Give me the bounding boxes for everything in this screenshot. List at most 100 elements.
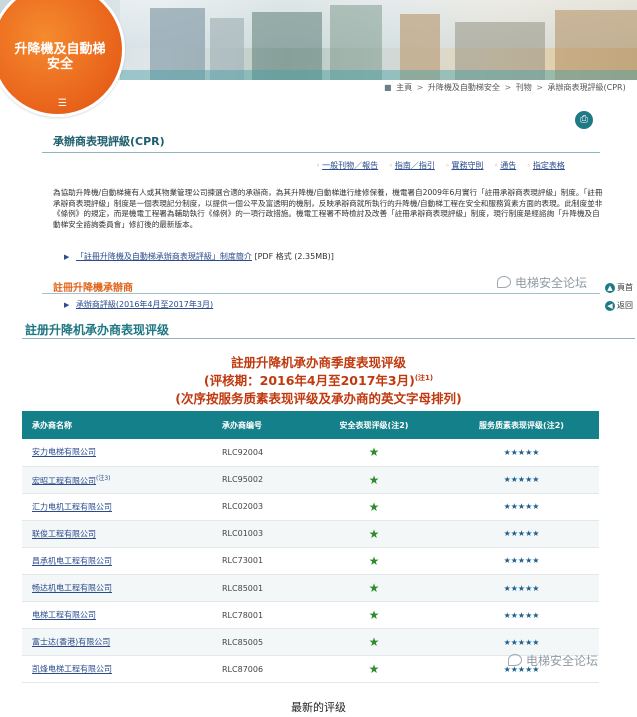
arrow-left-icon: ◀ — [605, 301, 615, 311]
contractor-name-link[interactable]: 畅达机电工程有限公司 — [32, 584, 112, 593]
service-rating-stars-icon: ★★★★★ — [444, 574, 599, 603]
col-header-code: 承办商编号 — [212, 411, 304, 439]
report-order-note: (次序按服务质素表现评级及承办商的英文字母排列) — [175, 391, 462, 406]
contractor-name-cell: 凯烽电梯工程有限公司 — [22, 655, 212, 684]
breadcrumb-separator: > — [504, 83, 512, 92]
report-section-title: 註册升降机承办商表现评级 — [25, 323, 170, 337]
banner-photo-2 — [330, 5, 382, 80]
section-divider — [42, 293, 600, 294]
safety-rating-star-icon: ★ — [304, 547, 444, 575]
table-row: 畅达机电工程有限公司 RLC85001 ★ ★★★★★ — [22, 574, 599, 603]
contractor-code: RLC73001 — [212, 547, 304, 575]
breadcrumb-item-current: 承辦商表現評級(CPR) — [547, 83, 626, 92]
contractor-name-cell: 电梯工程有限公司 — [22, 601, 212, 630]
bullet-icon: ◦ — [445, 162, 450, 170]
contractor-name-cell: 宏昭工程有限公司(注3) — [22, 466, 212, 494]
contractor-name-link[interactable]: 凯烽电梯工程有限公司 — [32, 665, 112, 674]
watermark-text: 电梯安全论坛 — [526, 654, 599, 668]
download-meta: [PDF 格式 (2.35MB)] — [254, 252, 334, 261]
back-button[interactable]: ◀ 返回 — [605, 300, 633, 311]
contractor-name-link[interactable]: 安力电梯有限公司 — [32, 448, 96, 457]
col-header-service: 服务质素表现评级(注2) — [444, 411, 599, 439]
contractor-code: RLC95002 — [212, 466, 304, 494]
chat-bubble-icon — [497, 276, 511, 288]
rating-period-link[interactable]: 承辦商評級(2016年4月至2017年3月) — [76, 300, 213, 309]
contractor-name-link[interactable]: 汇力电机工程有限公司 — [32, 503, 112, 512]
contractor-name-link[interactable]: 联俊工程有限公司 — [32, 530, 96, 539]
rating-period-row: ▶ 承辦商評級(2016年4月至2017年3月) — [64, 299, 213, 310]
cpr-brochure-link[interactable]: 「註冊升降機及自動梯承辦商表現評級」制度簡介 — [76, 252, 252, 261]
contractor-name-link[interactable]: 昌承机电工程有限公司 — [32, 557, 112, 566]
report-period-note: (注1) — [414, 373, 434, 382]
contractor-rating-table: 承办商名称 承办商编号 安全表现评级(注2) 服务质素表现评级(注2) 安力电梯… — [22, 411, 599, 684]
table-row: 宏昭工程有限公司(注3) RLC95002 ★ ★★★★★ — [22, 466, 599, 494]
contractor-code: RLC85005 — [212, 628, 304, 657]
breadcrumb-item-lift-safety[interactable]: 升降機及自動梯安全 — [428, 83, 500, 92]
breadcrumb-item-home[interactable]: 主頁 — [396, 83, 412, 92]
table-row: 电梯工程有限公司 RLC78001 ★ ★★★★★ — [22, 601, 599, 630]
link-specified-forms[interactable]: 指定表格 — [533, 161, 565, 170]
contractor-code: RLC87006 — [212, 655, 304, 684]
report-period: (评核期：2016年4月至2017年3月)(注1) — [0, 370, 637, 389]
back-to-top-button[interactable]: ▲ 頁首 — [605, 282, 633, 293]
contractor-code: RLC85001 — [212, 574, 304, 603]
safety-rating-star-icon: ★ — [304, 628, 444, 657]
contractor-name-link[interactable]: 宏昭工程有限公司 — [32, 476, 96, 485]
table-header-row: 承办商名称 承办商编号 安全表现评级(注2) 服务质素表现评级(注2) — [22, 411, 599, 439]
table-row: 联俊工程有限公司 RLC01003 ★ ★★★★★ — [22, 520, 599, 548]
service-rating-stars-icon: ★★★★★ — [444, 466, 599, 494]
contractor-name-cell: 汇力电机工程有限公司 — [22, 493, 212, 521]
arrow-up-icon: ▲ — [605, 283, 615, 293]
contractor-name-link[interactable]: 富士达(香港)有限公司 — [32, 638, 110, 647]
contractor-name-cell: 安力电梯有限公司 — [22, 439, 212, 467]
chat-bubble-icon — [508, 654, 522, 666]
contractor-code: RLC92004 — [212, 439, 304, 467]
contractor-code: RLC02003 — [212, 493, 304, 521]
service-rating-stars-icon: ★★★★★ — [444, 547, 599, 575]
banner-accent-bar — [120, 70, 637, 80]
table-row: 昌承机电工程有限公司 RLC73001 ★ ★★★★★ — [22, 547, 599, 575]
contractor-name-link[interactable]: 电梯工程有限公司 — [32, 611, 96, 620]
report-heading: 註册升降机承办商季度表现评级 — [230, 355, 406, 370]
safety-rating-star-icon: ★ — [304, 601, 444, 630]
link-guidelines[interactable]: 指南／指引 — [395, 161, 435, 170]
home-icon: ■ — [384, 83, 392, 92]
bullet-icon: ◦ — [526, 162, 531, 170]
breadcrumb-separator: > — [416, 83, 424, 92]
contractor-name-cell: 联俊工程有限公司 — [22, 520, 212, 548]
intro-paragraph: 為協助升降機/自動梯擁有人或其物業管理公司揀選合適的承辦商，為其升降機/自動梯進… — [53, 188, 603, 229]
bullet-icon: ◦ — [388, 162, 393, 170]
contractor-code: RLC01003 — [212, 520, 304, 548]
site-logo-title: 升降機及自動梯安全 — [14, 42, 106, 72]
safety-rating-star-icon: ★ — [304, 439, 444, 467]
safety-rating-star-icon: ★ — [304, 520, 444, 548]
lift-contractor-heading: 註冊升降機承辦商 — [53, 283, 133, 294]
link-circulars[interactable]: 通告 — [500, 161, 516, 170]
arrow-right-icon: ▶ — [64, 253, 70, 261]
breadcrumb-item-publications[interactable]: 刊物 — [516, 83, 532, 92]
title-divider — [42, 152, 600, 153]
table-body: 安力电梯有限公司 RLC92004 ★ ★★★★★ 宏昭工程有限公司(注3) RLC950… — [22, 439, 599, 684]
print-icon[interactable]: ⎙ — [575, 111, 593, 129]
watermark: 电梯安全论坛 — [497, 274, 587, 291]
safety-rating-star-icon: ★ — [304, 574, 444, 603]
table-row: 安力电梯有限公司 RLC92004 ★ ★★★★★ — [22, 439, 599, 467]
breadcrumb: ■ 主頁 > 升降機及自動梯安全 > 刊物 > 承辦商表現評級(CPR) — [384, 82, 626, 93]
safety-rating-star-icon: ★ — [304, 466, 444, 494]
contractor-note: (注3) — [96, 474, 111, 482]
back-to-top-label: 頁首 — [617, 283, 633, 292]
contractor-code: RLC78001 — [212, 601, 304, 630]
service-rating-stars-icon: ★★★★★ — [444, 601, 599, 630]
link-general-publications[interactable]: 一般刊物／報告 — [322, 161, 378, 170]
contractor-name-cell: 富士达(香港)有限公司 — [22, 628, 212, 657]
page-title: 承辦商表現評級(CPR) — [53, 135, 165, 148]
service-rating-stars-icon: ★★★★★ — [444, 520, 599, 548]
watermark: 电梯安全论坛 — [508, 652, 598, 669]
safety-rating-star-icon: ★ — [304, 493, 444, 521]
publication-links: ◦ 一般刊物／報告 ◦ 指南／指引 ◦ 實務守則 ◦ 通告 ◦ 指定表格 — [316, 160, 573, 171]
service-rating-stars-icon: ★★★★★ — [444, 439, 599, 467]
back-label: 返回 — [617, 301, 633, 310]
col-header-safety: 安全表现评级(注2) — [304, 411, 444, 439]
menu-icon[interactable]: ☰ — [58, 98, 67, 109]
link-codes-of-practice[interactable]: 實務守則 — [452, 161, 484, 170]
